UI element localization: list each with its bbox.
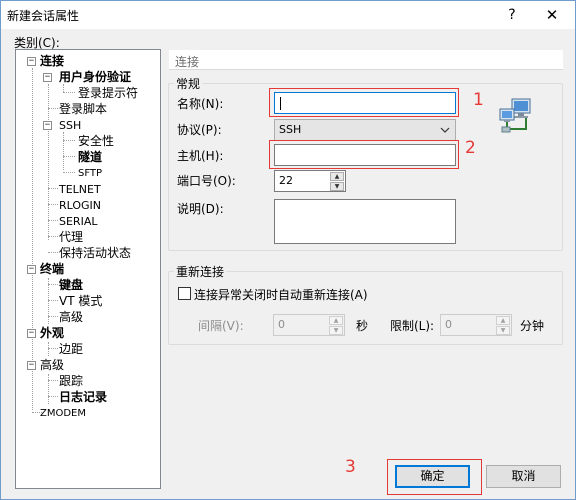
tree-item-logging[interactable]: 日志记录 (59, 390, 107, 405)
tree-line (48, 342, 49, 356)
tree-item-appearance[interactable]: 外观 (40, 326, 64, 341)
tree-item-user-auth[interactable]: 用户身份验证 (59, 70, 131, 85)
tree-line (32, 68, 33, 410)
interval-label: 间隔(V): (198, 319, 244, 333)
expander-icon[interactable]: − (27, 361, 36, 370)
port-spinner[interactable]: 22 ▲ ▼ (274, 170, 346, 192)
tree-item-connection[interactable]: 连接 (40, 54, 64, 69)
close-button[interactable]: ✕ (539, 4, 565, 26)
tree-line (63, 156, 75, 157)
spin-up-icon[interactable]: ▲ (329, 316, 343, 325)
name-label: 名称(N): (177, 97, 224, 111)
tree-line (63, 92, 75, 93)
tree-item-vt-mode[interactable]: VT 模式 (59, 294, 102, 309)
tree-item-advanced-terminal[interactable]: 高级 (59, 310, 83, 325)
category-tree[interactable]: − − − − − − 连接 用户身份验证 登录提示符 登录脚本 SSH 安全性… (15, 49, 161, 489)
tree-line (48, 380, 58, 381)
interval-spinner[interactable]: 0 ▲ ▼ (273, 314, 345, 336)
tree-line (48, 348, 58, 349)
limit-spinner[interactable]: 0 ▲ ▼ (440, 314, 512, 336)
reconnect-group-title: 重新连接 (174, 263, 227, 280)
tree-line (48, 284, 58, 285)
limit-unit: 分钟 (520, 319, 545, 333)
interval-unit: 秒 (356, 319, 369, 333)
protocol-value: SSH (279, 123, 302, 136)
tree-item-login-prompt[interactable]: 登录提示符 (78, 86, 138, 101)
expander-icon[interactable]: − (27, 57, 36, 66)
tree-line (48, 316, 58, 317)
port-value: 22 (279, 174, 293, 187)
tree-item-telnet[interactable]: TELNET (59, 182, 101, 197)
tree-item-zmodem[interactable]: ZMODEM (40, 406, 86, 421)
network-computer-icon (498, 97, 534, 135)
tree-line (63, 172, 75, 173)
description-label: 说明(D): (177, 202, 224, 216)
tree-line (48, 204, 58, 205)
limit-value: 0 (445, 318, 452, 331)
auto-reconnect-label[interactable]: 连接异常关闭时自动重新连接(A) (194, 286, 368, 303)
tree-item-login-script[interactable]: 登录脚本 (59, 102, 107, 117)
tree-item-keyboard[interactable]: 键盘 (59, 278, 83, 293)
tree-item-security[interactable]: 安全性 (78, 134, 114, 149)
protocol-select[interactable]: SSH (274, 119, 456, 141)
tree-item-trace[interactable]: 跟踪 (59, 374, 83, 389)
tree-item-advanced[interactable]: 高级 (40, 358, 64, 373)
annotation-1: 1 (473, 90, 484, 110)
general-group-title: 常规 (174, 75, 203, 92)
tree-line (48, 108, 58, 109)
tree-item-margins[interactable]: 边距 (59, 342, 83, 357)
tree-line (48, 220, 58, 221)
panel-header: 连接 (169, 50, 563, 70)
tree-line (48, 236, 58, 237)
window-title: 新建会话属性 (7, 9, 80, 23)
cancel-button[interactable]: 取消 (486, 465, 561, 488)
tree-item-terminal[interactable]: 终端 (40, 262, 64, 277)
annotation-3: 3 (345, 457, 356, 477)
description-textarea[interactable] (274, 199, 456, 244)
tree-item-rlogin[interactable]: RLOGIN (59, 198, 101, 213)
annotation-2: 2 (465, 138, 476, 158)
title-bar[interactable]: 新建会话属性 ? ✕ (1, 1, 575, 29)
chevron-down-icon (440, 122, 450, 141)
port-label: 端口号(O): (177, 174, 236, 188)
tree-line (63, 84, 64, 92)
tree-line (63, 140, 75, 141)
spin-down-icon[interactable]: ▼ (330, 182, 344, 191)
expander-icon[interactable]: − (43, 73, 52, 82)
tree-item-keepalive[interactable]: 保持活动状态 (59, 246, 131, 261)
tree-line (63, 132, 64, 170)
help-button[interactable]: ? (499, 4, 525, 26)
limit-label: 限制(L): (390, 319, 435, 333)
auto-reconnect-checkbox[interactable] (178, 287, 191, 300)
spin-up-icon[interactable]: ▲ (496, 316, 510, 325)
tree-item-serial[interactable]: SERIAL (59, 214, 97, 229)
highlight-box-1 (269, 88, 459, 117)
interval-value: 0 (278, 318, 285, 331)
spin-up-icon[interactable]: ▲ (330, 172, 344, 181)
spin-down-icon[interactable]: ▼ (496, 326, 510, 335)
expander-icon[interactable]: − (43, 121, 52, 130)
ok-button[interactable]: 确定 (395, 465, 470, 488)
tree-item-ssh[interactable]: SSH (59, 118, 81, 133)
protocol-label: 协议(P): (177, 123, 222, 137)
expander-icon[interactable]: − (27, 265, 36, 274)
tree-line (48, 396, 58, 397)
tree-item-sftp[interactable]: SFTP (78, 166, 102, 181)
tree-item-tunnel[interactable]: 隧道 (78, 150, 102, 165)
tree-line (48, 188, 58, 189)
tree-item-proxy[interactable]: 代理 (59, 230, 83, 245)
tree-line (48, 252, 58, 253)
expander-icon[interactable]: − (27, 329, 36, 338)
tree-line (48, 300, 58, 301)
highlight-box-2 (269, 140, 459, 169)
host-label: 主机(H): (177, 149, 224, 163)
panel-title: 连接 (175, 55, 200, 69)
tree-line (48, 374, 49, 404)
dialog-window: 新建会话属性 ? ✕ 类别(C): − − − − − − 连接 用户身份验证 … (0, 0, 576, 500)
spin-down-icon[interactable]: ▼ (329, 326, 343, 335)
